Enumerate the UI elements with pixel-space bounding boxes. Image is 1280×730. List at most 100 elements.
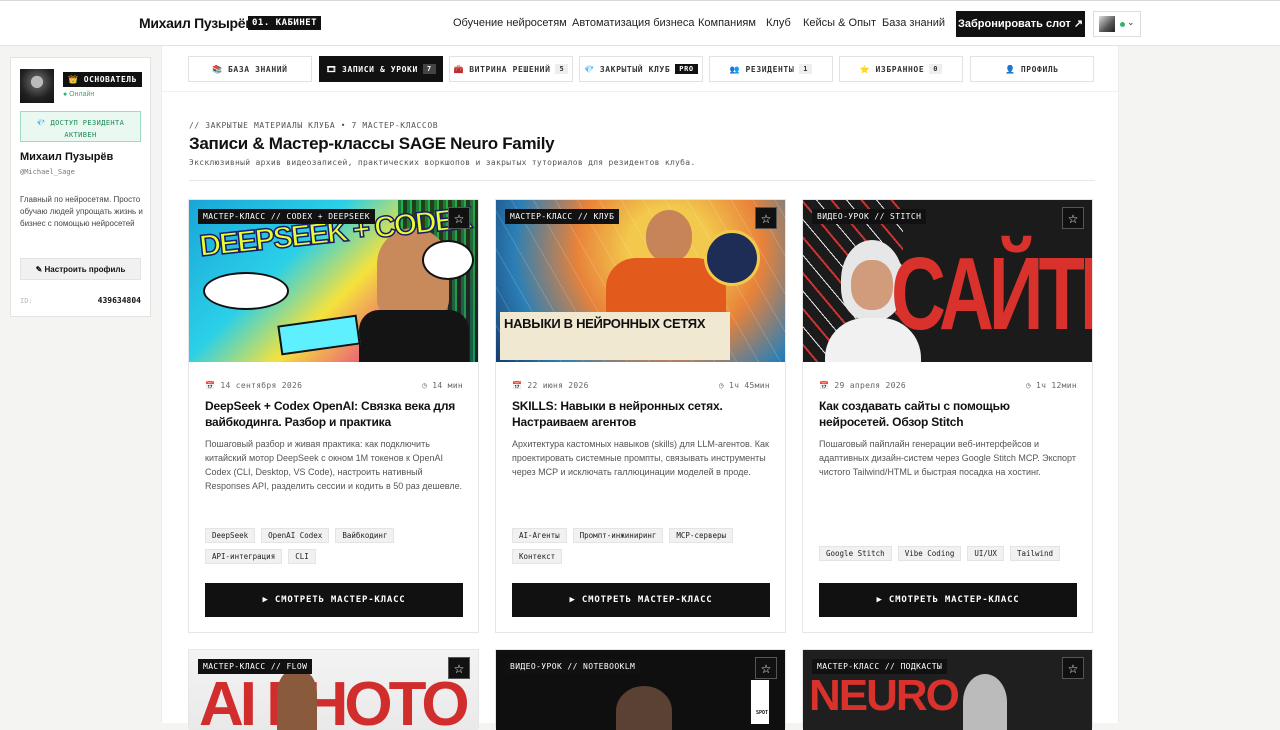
- avatar: [1099, 16, 1115, 32]
- calendar-date: 📅 29 апреля 2026: [819, 381, 907, 390]
- favorite-star-icon[interactable]: ☆: [448, 657, 470, 679]
- tab-recordings[interactable]: 🎞 ЗАПИСИ & УРОКИ 7: [319, 56, 443, 82]
- tag-chip[interactable]: CLI: [288, 549, 316, 564]
- presenter-figure: [963, 674, 1007, 730]
- tag-chip[interactable]: UI/UX: [967, 546, 1004, 561]
- lesson-category-tag: МАСТЕР-КЛАСС // ПОДКАСТЫ: [812, 659, 948, 674]
- favorite-star-icon[interactable]: ☆: [1062, 207, 1084, 229]
- tab-closed-club[interactable]: 💎 ЗАКРЫТЫЙ КЛУБ PRO: [579, 56, 703, 82]
- lesson-tags: Google Stitch Vibe Coding UI/UX Tailwind: [819, 546, 1081, 561]
- nav-link-training[interactable]: Обучение нейросетям: [453, 17, 567, 29]
- lesson-card: САЙТЫ ВИДЕО-УРОК // STITCH ☆ 📅 29 апреля…: [802, 199, 1093, 633]
- watch-masterclass-button[interactable]: ▶ СМОТРЕТЬ МАСТЕР-КЛАСС: [205, 583, 463, 617]
- lesson-title[interactable]: DeepSeek + Codex OpenAI: Связка века для…: [205, 398, 467, 430]
- main-content: 📚 БАЗА ЗНАНИЙ 🎞 ЗАПИСИ & УРОКИ 7 🧰 ВИТРИНА Р…: [161, 46, 1120, 730]
- lesson-card: SPOT ВИДЕО-УРОК // NOTEBOOKLM ☆: [495, 649, 786, 730]
- online-status: ● Онлайн: [63, 91, 95, 98]
- favorite-star-icon[interactable]: ☆: [755, 207, 777, 229]
- tag-chip[interactable]: Google Stitch: [819, 546, 892, 561]
- tag-chip[interactable]: MCP-серверы: [669, 528, 734, 543]
- nav-link-cases[interactable]: Кейсы & Опыт: [803, 17, 876, 29]
- tab-label: РЕЗИДЕНТЫ: [745, 64, 795, 74]
- lesson-thumbnail[interactable]: AI PHOTO МАСТЕР-КЛАСС // FLOW ☆: [189, 650, 478, 730]
- lesson-category-tag: МАСТЕР-КЛАСС // CODEX + DEEPSEEK: [198, 209, 375, 224]
- tab-favorites[interactable]: ⭐ ИЗБРАННОЕ 0: [839, 56, 963, 82]
- tag-chip[interactable]: Vibe Coding: [897, 546, 962, 561]
- tab-knowledge-base[interactable]: 📚 БАЗА ЗНАНИЙ: [188, 56, 312, 82]
- founder-badge: 👑 ОСНОВАТЕЛЬ: [63, 72, 142, 87]
- lesson-thumbnail[interactable]: САЙТЫ ВИДЕО-УРОК // STITCH ☆: [803, 200, 1092, 362]
- presenter-figure: [616, 686, 672, 730]
- presenter-shirt: [359, 310, 469, 362]
- tab-count: 0: [929, 64, 943, 74]
- tag-chip[interactable]: Tailwind: [1009, 546, 1061, 561]
- lesson-thumbnail[interactable]: НАВЫКИ В НЕЙРОННЫХ СЕТЯХ МАСТЕР-КЛАСС //…: [496, 200, 785, 362]
- nav-link-automation[interactable]: Автоматизация бизнеса: [572, 17, 695, 29]
- user-id-label: ID:: [20, 297, 33, 305]
- tag-chip[interactable]: OpenAI Codex: [261, 528, 330, 543]
- tab-residents[interactable]: 👥 РЕЗИДЕНТЫ 1: [709, 56, 833, 82]
- comic-burst: [277, 314, 361, 356]
- profile-avatar: [20, 69, 54, 103]
- watch-masterclass-button[interactable]: ▶ СМОТРЕТЬ МАСТЕР-КЛАСС: [512, 583, 770, 617]
- thumbnail-headline: AI PHOTO: [199, 670, 470, 730]
- profile-handle: @Michael_Sage: [20, 168, 75, 176]
- tab-label: ПРОФИЛЬ: [1020, 64, 1059, 74]
- lesson-meta: 📅 14 сентября 2026 ◷ 14 мин: [205, 381, 463, 390]
- lesson-tags: AI-Агенты Промпт-инжиниринг MCP-серверы …: [512, 528, 774, 564]
- favorite-star-icon[interactable]: ☆: [448, 207, 470, 229]
- tag-chip[interactable]: Контекст: [512, 549, 563, 564]
- user-icon: 👤: [1005, 64, 1016, 74]
- presenter-head: [646, 210, 692, 262]
- ai-chip: [704, 230, 760, 286]
- nav-link-companies[interactable]: Компаниям: [698, 17, 756, 29]
- lesson-category-tag: ВИДЕО-УРОК // STITCH: [812, 209, 927, 224]
- edit-profile-button[interactable]: ✎ Настроить профиль: [20, 258, 141, 280]
- favorite-star-icon[interactable]: ☆: [1062, 657, 1084, 679]
- lesson-category-tag: МАСТЕР-КЛАСС // FLOW: [198, 659, 313, 674]
- profile-sidebar: 👑 ОСНОВАТЕЛЬ ● Онлайн 💎 ДОСТУП РЕЗИДЕНТА…: [10, 57, 151, 317]
- tag-chip[interactable]: AI-Агенты: [512, 528, 567, 543]
- online-indicator: [1120, 22, 1125, 27]
- section-eyebrow: // ЗАКРЫТЫЕ МАТЕРИАЛЫ КЛУБА • 7 МАСТЕР-К…: [189, 121, 439, 130]
- site-logo[interactable]: Михаил Пузырёв: [139, 15, 254, 31]
- user-menu[interactable]: ⌄: [1093, 11, 1141, 37]
- nav-link-club[interactable]: Клуб: [766, 17, 791, 29]
- lesson-thumbnail[interactable]: SPOT ВИДЕО-УРОК // NOTEBOOKLM ☆: [496, 650, 785, 730]
- lesson-title[interactable]: SKILLS: Навыки в нейронных сетях. Настра…: [512, 398, 774, 430]
- lesson-meta: 📅 22 июня 2026 ◷ 1ч 45мин: [512, 381, 770, 390]
- lesson-thumbnail[interactable]: DEEPSEEK + CODEX МАСТЕР-КЛАСС // CODEX +…: [189, 200, 478, 362]
- tab-profile[interactable]: 👤 ПРОФИЛЬ: [970, 56, 1094, 82]
- tag-chip[interactable]: Вайбкодинг: [335, 528, 395, 543]
- profile-bio: Главный по нейросетям. Просто обучаю люд…: [20, 195, 143, 228]
- presenter-face: [851, 260, 893, 310]
- tag-chip[interactable]: DeepSeek: [205, 528, 256, 543]
- book-slot-button[interactable]: Забронировать слот ↗: [956, 11, 1085, 37]
- duration: ◷ 1ч 45мин: [718, 381, 770, 390]
- lesson-title[interactable]: Как создавать сайты с помощью нейросетей…: [819, 398, 1081, 430]
- lesson-card: DEEPSEEK + CODEX МАСТЕР-КЛАСС // CODEX +…: [188, 199, 479, 633]
- calendar-date: 📅 14 сентября 2026: [205, 381, 303, 390]
- watch-masterclass-button[interactable]: ▶ СМОТРЕТЬ МАСТЕР-КЛАСС: [819, 583, 1077, 617]
- lesson-description: Пошаговый пайплайн генерации веб-интерфе…: [819, 439, 1076, 477]
- tab-solutions[interactable]: 🧰 ВИТРИНА РЕШЕНИЙ 5: [449, 56, 573, 82]
- chevron-down-icon: ⌄: [1127, 17, 1135, 27]
- cabinet-badge: 01. КАБИНЕТ: [248, 16, 322, 30]
- side-badge: [751, 680, 769, 724]
- lesson-thumbnail[interactable]: NEURO МАСТЕР-КЛАСС // ПОДКАСТЫ ☆: [803, 650, 1092, 730]
- tab-label: ВИТРИНА РЕШЕНИЙ: [469, 64, 551, 74]
- tag-chip[interactable]: API-интеграция: [205, 549, 283, 564]
- people-icon: 👥: [729, 64, 741, 74]
- thumbnail-headline: САЙТЫ: [891, 237, 1092, 352]
- lesson-meta: 📅 29 апреля 2026 ◷ 1ч 12мин: [819, 381, 1077, 390]
- lesson-card: НАВЫКИ В НЕЙРОННЫХ СЕТЯХ МАСТЕР-КЛАСС //…: [495, 199, 786, 633]
- lesson-category-tag: ВИДЕО-УРОК // NOTEBOOKLM: [505, 659, 641, 674]
- books-icon: 📚: [212, 64, 223, 74]
- favorite-star-icon[interactable]: ☆: [755, 657, 777, 679]
- tag-chip[interactable]: Промпт-инжиниринг: [572, 528, 664, 543]
- nav-link-knowledge[interactable]: База знаний: [882, 17, 945, 29]
- lesson-category-tag: МАСТЕР-КЛАСС // КЛУБ: [505, 209, 620, 224]
- tab-count: 1: [799, 64, 813, 74]
- pro-badge: PRO: [675, 64, 698, 74]
- top-navbar: Михаил Пузырёв 01. КАБИНЕТ Обучение нейр…: [0, 0, 1280, 46]
